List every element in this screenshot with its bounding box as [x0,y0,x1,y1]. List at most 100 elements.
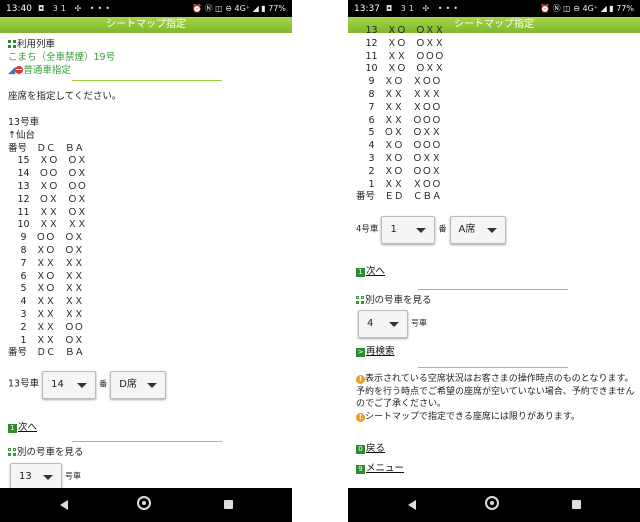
seat-row: 1 ＸＸ ＸＯＯ [356,178,442,190]
right-screen: 13:37 ◘ 31 ✣ ••• ⏰ Ⓝ ◫ ⊖ 4G⁺ ◢ ▮ 77% シート… [348,0,640,522]
car-suffix: 号車 [65,471,82,481]
page-title: シートマップ指定 [0,17,292,33]
seat-map: 13号車 ↑仙台 番号 ＤＣ ＢＡ 15 ＸＯ ＯＸ 14 ＯＯ ＯＸ 13 Ｘ… [8,117,87,360]
back-label: 戻る [366,443,386,454]
other-car-heading: 別の号車を見る [356,295,432,308]
navigation-bar [348,488,640,522]
seat-row: 13 ＸＯ ＯＸＸ [356,25,445,36]
system-status-icons: ⏰ Ⓝ ◫ ⊖ 4G⁺ ◢ ▮ 77% [192,4,286,13]
next-label: 次へ [366,266,386,277]
seat-row: 3 ＸＸ ＸＸ [8,308,84,320]
seat-row: 7 ＸＸ ＸＸ [8,257,84,269]
back-link[interactable]: 0 戻る [356,443,385,456]
seat-row: 14 ＯＯ ＯＸ [8,168,87,180]
seat-row: 11 ＸＸ ＯＸ [8,206,87,218]
car-number-select[interactable]: 4 [358,310,408,338]
notice-availability: ! 表示されている空席状況はお客さまの操作時点のものとなります。予約を行う時点でご… [356,374,635,409]
instruction-text: 座席を指定してください。 [8,91,122,102]
ban-label: 番 [438,224,447,234]
seat-map-footer: 番号 ＥＤ ＣＢＡ [356,191,442,203]
seat-row: 5 ＸＯ ＸＸ [8,283,84,295]
seat-row: 8 ＸＸ ＸＸＸ [356,88,442,100]
number-nine-icon: 9 [356,465,365,474]
seat-row: 12 ＯＸ ＯＸ [8,193,87,205]
seat-row: 13 ＸＯ ＯＯ [8,180,87,192]
seat-type: ◢ 普通車指定 [8,64,71,76]
ban-label: 番 [99,379,108,389]
seat-row: 10 ＸＸ ＸＸ [8,219,87,231]
seat-map-header: 番号 ＤＣ ＢＡ [8,142,85,154]
divider [72,441,222,442]
notice-block: ! 表示されている空席状況はお客さまの操作時点のものとなります。予約を行う時点でご… [356,373,636,423]
seat-row: 2 ＸＯ ＯＯＸ [356,165,442,177]
chevron-down-icon [486,228,497,233]
seat-row: 5 ＯＸ ＯＸＸ [356,127,442,139]
car-suffix: 号車 [411,318,428,328]
car-number-select[interactable]: 13 [10,463,62,491]
seat-row: 4 ＸＯ ＯＯＯ [356,140,442,152]
seat-row: 8 ＸＯ ＯＸ [8,244,84,256]
recent-apps-icon[interactable] [224,500,233,509]
other-car-heading: 別の号車を見る [8,447,84,460]
car-select-label: 13号車 [8,378,40,390]
number-zero-icon: 0 [356,445,365,454]
seat-row: 3 ＸＯ ＯＸＸ [356,152,442,164]
seat-letter-select[interactable]: A席 [449,216,506,244]
seat-row: 9 ＸＯ ＸＯＯ [356,76,442,88]
seat-selector: 13号車 14 番 D席 [8,371,167,399]
grid-icon [8,40,16,48]
chevron-down-icon [389,322,399,327]
row-number-select[interactable]: 1 [381,216,436,244]
status-bar: 13:40 ◘ 31 ✣ ••• ⏰ Ⓝ ◫ ⊖ 4G⁺ ◢ ▮ 77% [0,0,292,17]
notification-icons: ◘ 31 ✣ ••• [37,4,113,13]
next-link[interactable]: 1 次へ [356,266,385,279]
research-link[interactable]: > 再検索 [356,346,395,359]
train-heading: 利用列車 [8,39,288,52]
back-icon[interactable] [408,500,416,510]
menu-label: メニュー [366,463,405,474]
notice-limit: ! シートマップで指定できる座席には限りがあります。 [356,411,636,424]
seat-row: 9 ＯＯ ＯＸ [8,232,84,244]
seat-letter-select[interactable]: D席 [110,371,167,399]
navigation-bar [0,488,292,522]
chevron-down-icon [77,383,88,388]
car-select-label: 4号車 [356,224,379,235]
back-icon[interactable] [60,500,68,510]
home-icon[interactable] [485,496,499,510]
status-time: 13:37 [354,3,380,14]
seat-row: 4 ＸＸ ＸＸ [8,296,84,308]
status-time: 13:40 [6,3,32,14]
seat-map: 13 ＸＯ ＯＸＸ 12 ＸＯ ＯＸＸ 11 ＸＸ ＯＯＯ 10 ＸＯ ＯＸＸ … [356,25,444,204]
number-one-icon: 1 [356,268,365,277]
row-number-select[interactable]: 14 [42,371,97,399]
notification-icons: ◘ 31 ✣ ••• [385,4,461,13]
warning-icon: ! [356,375,365,384]
seat-row: 7 ＸＸ ＸＯＯ [356,101,442,113]
recent-apps-icon[interactable] [572,500,581,509]
divider [418,289,568,290]
chevron-down-icon [43,475,53,480]
seat-row: 10 ＸＯ ＯＸＸ [356,63,445,75]
gap [292,0,348,522]
car-label: 13号車 [8,117,40,128]
grid-icon [356,296,364,304]
chevron-down-icon [416,228,427,233]
number-one-icon: 1 [8,424,17,433]
direction-label: ↑仙台 [8,129,35,141]
menu-link[interactable]: 9 メニュー [356,463,404,476]
divider [72,80,222,81]
seat-row: 6 ＸＸ ＯＯＯ [356,114,442,126]
seat-row: 2 ＸＸ ＯＯ [8,321,84,333]
grid-icon [8,448,16,456]
seat-row: 11 ＸＸ ＯＯＯ [356,50,445,62]
next-link[interactable]: 1 次へ [8,422,37,435]
warning-icon: ! [356,412,365,422]
home-icon[interactable] [137,496,151,510]
left-screen: 13:40 ◘ 31 ✣ ••• ⏰ Ⓝ ◫ ⊖ 4G⁺ ◢ ▮ 77% シート… [0,0,292,522]
seat-selector: 4号車 1 番 A席 [356,216,506,244]
seat-map-footer: 番号 ＤＣ ＢＡ [8,347,85,359]
seat-row: 15 ＸＯ ＯＸ [8,155,87,167]
person-icon: ◢ [8,64,16,76]
research-label: 再検索 [366,346,395,357]
system-status-icons: ⏰ Ⓝ ◫ ⊖ 4G⁺ ◢ ▮ 77% [540,4,634,13]
